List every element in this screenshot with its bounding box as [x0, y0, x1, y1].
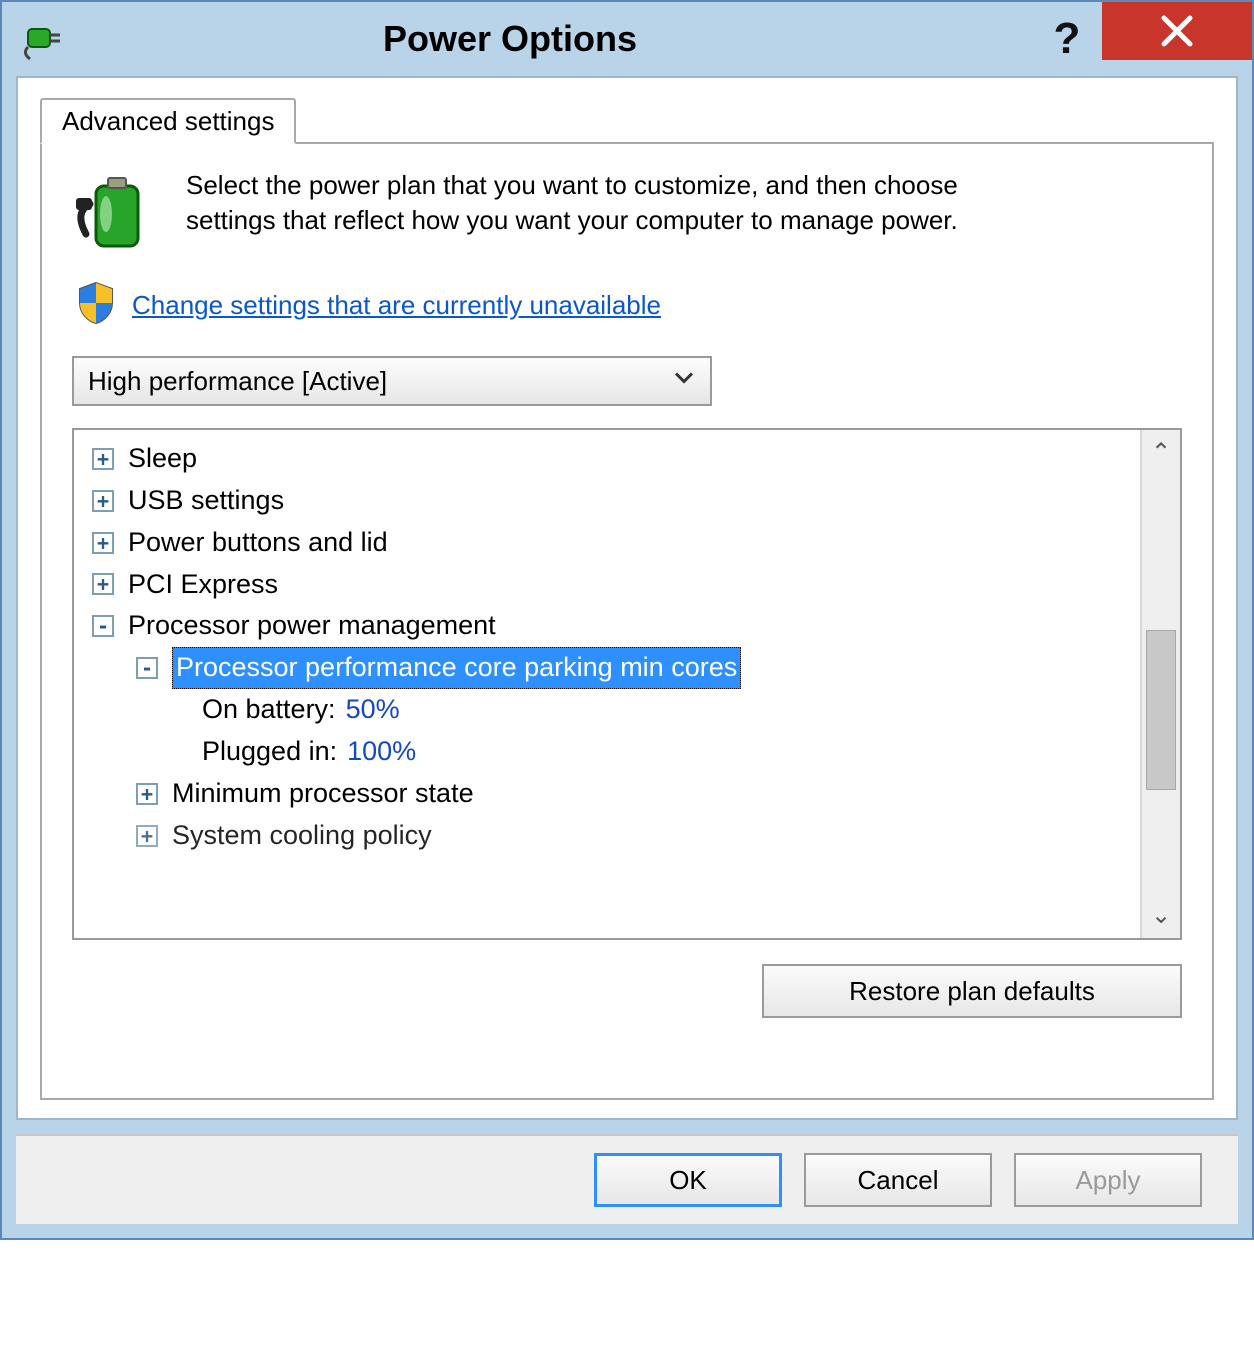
cancel-button[interactable]: Cancel: [804, 1153, 992, 1207]
tree-value-plugged-in[interactable]: Plugged in: 100%: [74, 731, 1140, 773]
window-title: Power Options: [0, 18, 1032, 60]
change-unavailable-settings-link[interactable]: Change settings that are currently unava…: [132, 290, 661, 321]
tree-value: 50%: [346, 689, 400, 731]
scrollbar-thumb[interactable]: [1146, 630, 1176, 790]
chevron-down-icon: [672, 366, 696, 397]
tree-label: Sleep: [128, 438, 197, 480]
tree-value-label: Plugged in:: [202, 731, 337, 773]
battery-icon: [72, 168, 162, 263]
tree-label: Power buttons and lid: [128, 522, 388, 564]
tree-item-system-cooling-policy[interactable]: + System cooling policy: [74, 815, 1140, 857]
tab-panel: Select the power plan that you want to c…: [40, 142, 1214, 1100]
dialog-button-row: OK Cancel Apply: [16, 1134, 1238, 1224]
intro-row: Select the power plan that you want to c…: [72, 168, 1182, 263]
uac-shield-icon: [76, 281, 116, 330]
power-options-dialog: Power Options ? Advanced settings: [0, 0, 1254, 1240]
plus-icon[interactable]: +: [136, 783, 158, 805]
tree-item-sleep[interactable]: + Sleep: [74, 438, 1140, 480]
uac-link-row: Change settings that are currently unava…: [76, 281, 1182, 330]
plus-icon[interactable]: +: [92, 573, 114, 595]
help-button[interactable]: ?: [1032, 4, 1102, 74]
tree-value-label: On battery:: [202, 689, 336, 731]
plus-icon[interactable]: +: [92, 490, 114, 512]
title-bar: Power Options ?: [2, 2, 1252, 76]
minus-icon[interactable]: -: [136, 657, 158, 679]
tab-advanced-settings[interactable]: Advanced settings: [40, 98, 296, 144]
tree-item-power-buttons-lid[interactable]: + Power buttons and lid: [74, 522, 1140, 564]
settings-tree: + Sleep + USB settings + Power buttons a…: [72, 428, 1182, 940]
tree-value: 100%: [347, 731, 416, 773]
scroll-down-icon[interactable]: ⌄: [1151, 901, 1171, 930]
tree-item-pci-express[interactable]: + PCI Express: [74, 564, 1140, 606]
tree-value-on-battery[interactable]: On battery: 50%: [74, 689, 1140, 731]
ok-button[interactable]: OK: [594, 1153, 782, 1207]
close-button[interactable]: [1102, 2, 1252, 60]
settings-tree-items[interactable]: + Sleep + USB settings + Power buttons a…: [74, 430, 1140, 938]
scroll-up-icon[interactable]: ⌃: [1151, 438, 1171, 467]
tree-label: System cooling policy: [172, 815, 432, 857]
tree-item-processor-power-management[interactable]: - Processor power management: [74, 605, 1140, 647]
tree-label-selected: Processor performance core parking min c…: [172, 647, 741, 689]
tree-item-core-parking-min-cores[interactable]: - Processor performance core parking min…: [74, 647, 1140, 689]
client-area: Advanced settings Select the power plan …: [16, 76, 1238, 1120]
power-plan-select[interactable]: High performance [Active]: [72, 356, 712, 406]
apply-button: Apply: [1014, 1153, 1202, 1207]
tree-item-usb-settings[interactable]: + USB settings: [74, 480, 1140, 522]
tab-strip: Advanced settings: [40, 98, 1214, 144]
tree-label: Minimum processor state: [172, 773, 474, 815]
tree-label: USB settings: [128, 480, 284, 522]
tree-item-minimum-processor-state[interactable]: + Minimum processor state: [74, 773, 1140, 815]
plus-icon[interactable]: +: [92, 532, 114, 554]
plus-icon[interactable]: +: [92, 448, 114, 470]
intro-text: Select the power plan that you want to c…: [186, 168, 1046, 238]
minus-icon[interactable]: -: [92, 615, 114, 637]
power-plan-selected-value: High performance [Active]: [88, 366, 387, 397]
plus-icon[interactable]: +: [136, 825, 158, 847]
tree-label: Processor power management: [128, 605, 496, 647]
restore-plan-defaults-button[interactable]: Restore plan defaults: [762, 964, 1182, 1018]
tree-label: PCI Express: [128, 564, 278, 606]
scrollbar[interactable]: ⌃ ⌄: [1140, 430, 1180, 938]
